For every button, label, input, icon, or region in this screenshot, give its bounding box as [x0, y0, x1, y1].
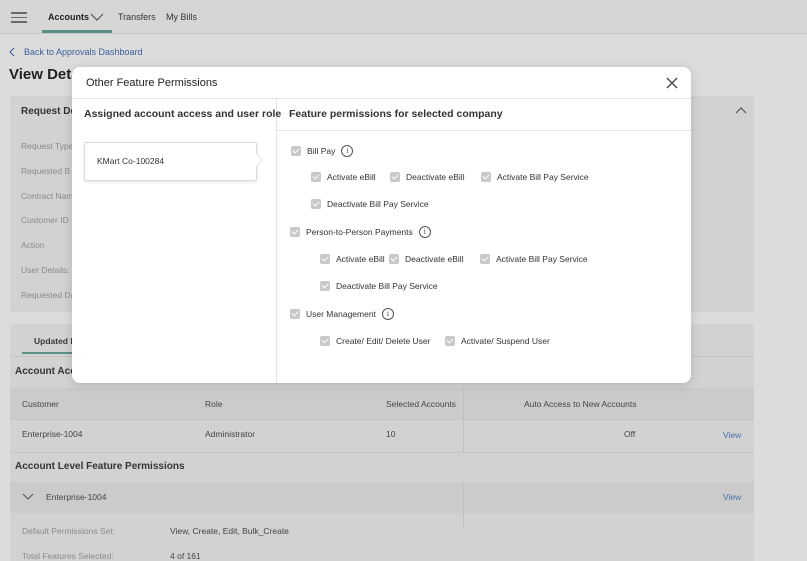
perm-user-management[interactable]: User Management i	[290, 308, 394, 320]
view-link[interactable]: View	[723, 492, 741, 502]
nav-my-bills[interactable]: My Bills	[166, 12, 197, 22]
checkbox[interactable]	[320, 254, 330, 264]
col-divider	[463, 388, 464, 452]
left-column-heading: Assigned account access and user role	[84, 108, 282, 120]
perm-bill-pay-activate-service[interactable]: Activate Bill Pay Service	[481, 172, 589, 182]
checkbox[interactable]	[481, 172, 491, 182]
checkbox[interactable]	[290, 227, 300, 237]
right-column-heading: Feature permissions for selected company	[289, 108, 503, 120]
nav-transfers[interactable]: Transfers	[118, 12, 156, 22]
checkbox[interactable]	[290, 309, 300, 319]
menu-icon[interactable]	[11, 12, 27, 23]
company-name: KMart Co-100284	[97, 156, 165, 166]
perm-bill-pay[interactable]: Bill Pay i	[291, 145, 354, 157]
perm-bill-pay-deactivate-service[interactable]: Deactivate Bill Pay Service	[311, 199, 429, 209]
divider	[10, 452, 754, 453]
label-user-details: User Details:	[21, 265, 70, 275]
close-icon[interactable]	[665, 76, 679, 90]
page-title: View Deta	[9, 66, 80, 83]
total-features-label: Total Features Selected:	[22, 551, 114, 561]
checkbox[interactable]	[389, 254, 399, 264]
group-name: Enterprise-1004	[46, 492, 107, 502]
modal-title: Other Feature Permissions	[86, 77, 218, 89]
checkbox[interactable]	[445, 336, 455, 346]
view-link[interactable]: View	[723, 430, 741, 440]
default-perms-label: Default Permissions Set:	[22, 526, 116, 536]
col-auto-access: Auto Access to New Accounts	[524, 399, 637, 409]
info-icon[interactable]: i	[418, 226, 431, 238]
perm-user-activate-suspend[interactable]: Activate/ Suspend User	[445, 336, 550, 346]
checkbox[interactable]	[390, 172, 400, 182]
checkbox[interactable]	[311, 172, 321, 182]
cell-role: Administrator	[205, 429, 256, 439]
col-role: Role	[205, 399, 223, 409]
col-selected-accounts: Selected Accounts	[386, 399, 456, 409]
nav-accounts[interactable]: Accounts	[48, 12, 89, 22]
perm-p2p-activate-service[interactable]: Activate Bill Pay Service	[480, 254, 588, 264]
company-card[interactable]: KMart Co-100284	[84, 142, 257, 181]
col-customer: Customer	[22, 399, 59, 409]
divider	[10, 419, 754, 420]
divider	[277, 130, 691, 131]
label-customer-id: Customer ID	[21, 215, 69, 225]
account-access-heading: Account Acc	[15, 366, 76, 377]
divider	[72, 98, 691, 99]
total-features-value: 4 of 161	[170, 551, 201, 561]
perm-user-create-edit-delete[interactable]: Create/ Edit/ Delete User	[320, 336, 430, 346]
label-requested-by: Requested B	[21, 166, 71, 176]
column-divider	[276, 99, 277, 383]
label-action: Action	[21, 240, 45, 250]
group-row	[10, 482, 754, 513]
checkbox[interactable]	[311, 199, 321, 209]
default-perms-value: View, Create, Edit, Bulk_Create	[170, 526, 289, 536]
tab-updated[interactable]: Updated I	[34, 336, 73, 346]
chevron-down-icon[interactable]	[90, 13, 104, 22]
table-header	[10, 388, 754, 419]
checkbox[interactable]	[291, 146, 301, 156]
perm-p2p-activate-ebill[interactable]: Activate eBill	[320, 254, 385, 264]
col-divider	[463, 482, 464, 528]
cell-customer: Enterprise-1004	[22, 429, 83, 439]
nav-active-indicator	[42, 30, 112, 33]
feature-permissions-modal: Other Feature Permissions Assigned accou…	[72, 67, 691, 383]
chevron-down-icon[interactable]	[22, 493, 34, 501]
chevron-left-icon[interactable]	[9, 47, 15, 57]
cell-selected: 10	[386, 429, 396, 439]
perm-p2p-deactivate-service[interactable]: Deactivate Bill Pay Service	[320, 281, 438, 291]
request-details-heading: Request De	[21, 106, 77, 117]
checkbox[interactable]	[320, 336, 330, 346]
label-requested-date: Requested Da	[21, 290, 76, 300]
checkbox[interactable]	[480, 254, 490, 264]
label-request-type: Request Type	[21, 141, 74, 151]
info-icon[interactable]: i	[381, 308, 394, 320]
perm-bill-pay-activate-ebill[interactable]: Activate eBill	[311, 172, 376, 182]
label-contract-name: Contract Nam	[21, 191, 74, 201]
chevron-up-icon[interactable]	[735, 106, 747, 114]
perm-bill-pay-deactivate-ebill[interactable]: Deactivate eBill	[390, 172, 465, 182]
back-link[interactable]: Back to Approvals Dashboard	[24, 47, 143, 57]
perm-p2p-deactivate-ebill[interactable]: Deactivate eBill	[389, 254, 464, 264]
checkbox[interactable]	[320, 281, 330, 291]
info-icon[interactable]: i	[341, 145, 354, 157]
company-selected-pointer	[255, 153, 262, 167]
feature-perms-heading: Account Level Feature Permissions	[15, 461, 185, 472]
cell-auto-access: Off	[624, 429, 636, 439]
perm-p2p[interactable]: Person-to-Person Payments i	[290, 226, 431, 238]
